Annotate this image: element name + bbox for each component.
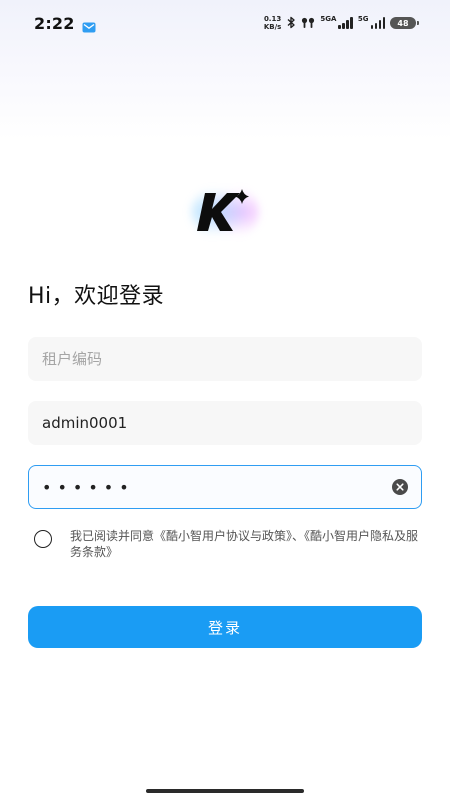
status-time: 2:22 [34,13,75,33]
battery-icon: 48 [390,17,419,29]
app-logo [175,172,275,252]
status-bar: 2:22 0.13 KB/s 5GA 5G 48 [0,0,450,46]
bluetooth-icon [286,14,296,33]
earbuds-icon [301,14,315,33]
tenant-code-input[interactable] [42,350,408,368]
net-speed: 0.13 KB/s [264,15,281,31]
username-field[interactable] [28,401,422,445]
battery-level: 48 [397,18,409,28]
net-speed-value: 0.13 [263,15,282,23]
page-title: Hi，欢迎登录 [28,284,165,309]
login-button[interactable]: 登录 [28,606,422,648]
clear-icon[interactable] [392,479,408,495]
app-logo-icon [197,189,249,231]
password-input[interactable] [42,477,384,497]
signal1-label: 5GA [320,14,337,23]
agreement-text[interactable]: 我已阅读并同意《酷小智用户协议与政策》、《酷小智用户隐私及服务条款》 [70,528,420,560]
signal2-label: 5G [357,14,369,23]
username-input[interactable] [42,414,408,432]
tenant-code-field[interactable] [28,337,422,381]
mail-icon [82,18,96,32]
home-indicator[interactable] [146,789,304,793]
agreement-row: 我已阅读并同意《酷小智用户协议与政策》、《酷小智用户隐私及服务条款》 [34,528,424,560]
net-speed-unit: KB/s [263,23,282,31]
agreement-radio[interactable] [34,530,52,548]
password-field[interactable] [28,465,422,509]
signal-strength-icon [338,17,353,29]
signal-strength-icon-2 [370,17,385,29]
login-screen: 2:22 0.13 KB/s 5GA 5G 48 Hi，欢迎登录 租户编码 ad… [0,0,450,800]
status-icons: 0.13 KB/s 5GA 5G 48 [264,14,419,33]
